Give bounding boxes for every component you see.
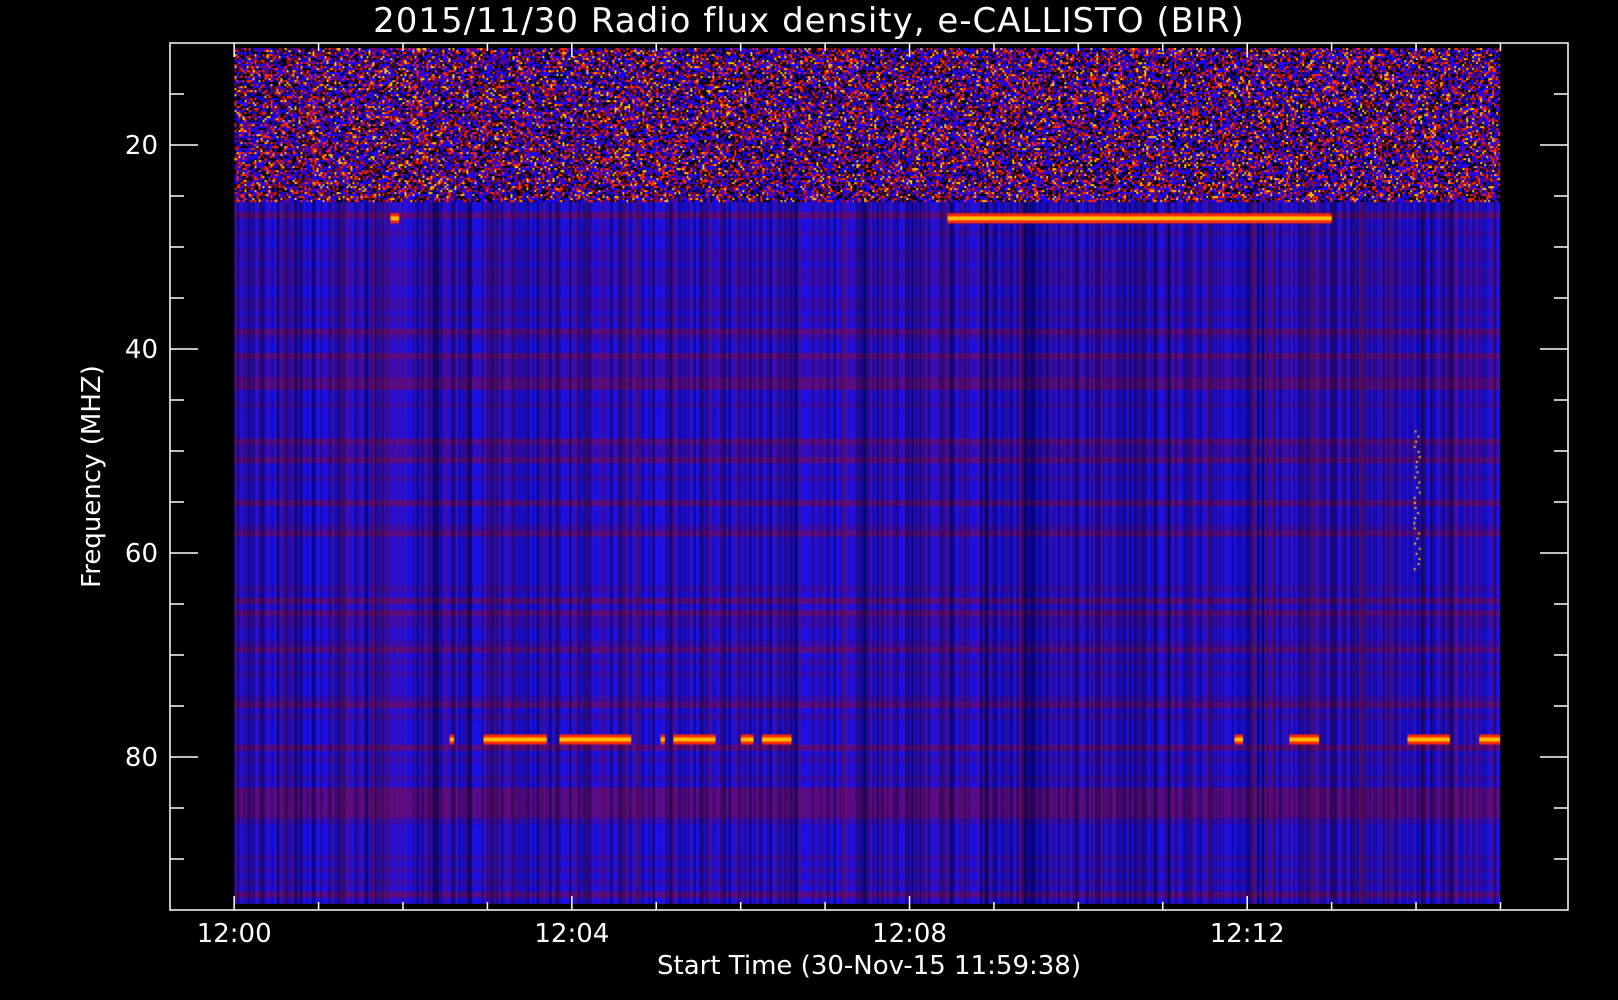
x-tick-label: 12:04 <box>534 919 609 949</box>
spectrogram-heatmap <box>234 48 1501 904</box>
x-tick-label: 12:00 <box>197 919 272 949</box>
heatmap-image <box>234 48 1501 904</box>
y-tick-label: 80 <box>125 743 158 773</box>
y-tick-label: 60 <box>125 539 158 569</box>
x-axis-label: Start Time (30-Nov-15 11:59:38) <box>657 951 1081 981</box>
spectrogram-chart: 12:00 12:04 12:08 12:12 20 40 60 80 Start Time… <box>77 42 1569 981</box>
y-tick-label: 20 <box>125 131 158 161</box>
y-tick-label: 40 <box>125 335 158 365</box>
x-tick-label: 12:12 <box>1210 919 1285 949</box>
x-tick-label: 12:08 <box>872 919 947 949</box>
y-axis-label: Frequency (MHZ) <box>77 365 107 588</box>
